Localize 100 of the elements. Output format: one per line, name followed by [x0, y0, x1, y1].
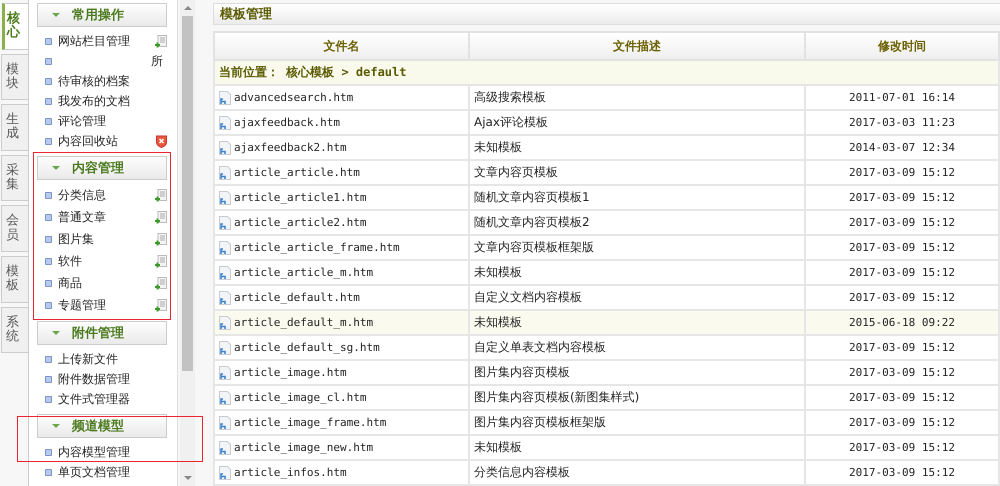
- file-name[interactable]: article_image_new.htm: [234, 441, 374, 454]
- file-name[interactable]: article_default_sg.htm: [234, 341, 380, 354]
- side-tab[interactable]: 生成: [1, 104, 28, 151]
- side-tab[interactable]: 会员: [1, 205, 28, 252]
- file-name[interactable]: advancedsearch.htm: [234, 91, 354, 104]
- bullet-icon: [45, 396, 52, 402]
- add-document-icon[interactable]: [155, 254, 167, 268]
- file-name[interactable]: article_default.htm: [234, 291, 360, 304]
- file-icon: [219, 440, 231, 454]
- table-cell: Ajax评论模板: [469, 110, 805, 135]
- file-name[interactable]: article_article_frame.htm: [234, 241, 400, 254]
- section-header[interactable]: 附件管理: [37, 321, 167, 345]
- menu-item[interactable]: 图片集: [58, 230, 149, 248]
- file-name[interactable]: ajaxfeedback.htm: [234, 116, 340, 129]
- add-document-icon[interactable]: [155, 210, 167, 224]
- section-header[interactable]: 频道模型: [37, 414, 167, 438]
- bullet-icon: [45, 98, 52, 104]
- file-name[interactable]: article_image.htm: [234, 366, 347, 379]
- table-cell: 2017-03-09 15:12: [805, 460, 999, 485]
- table-cell: 2017-03-09 15:12: [805, 435, 999, 460]
- table-cell: 2017-03-09 15:12: [805, 360, 999, 385]
- menu-item[interactable]: 专题管理: [58, 296, 149, 314]
- file-icon: [219, 290, 231, 304]
- menu-item[interactable]: 附件数据管理: [58, 370, 167, 388]
- file-icon: [219, 216, 231, 230]
- bullet-icon: [45, 58, 52, 64]
- menu-item[interactable]: 文件式管理器: [58, 390, 167, 408]
- file-icon: [219, 166, 231, 180]
- menu-item[interactable]: 网站栏目管理: [58, 32, 149, 50]
- menu-item[interactable]: 上传新文件: [58, 350, 167, 368]
- table-cell: 2017-03-09 15:12: [805, 235, 999, 260]
- bullet-icon: [45, 214, 52, 220]
- table-cell: 自定义单表文档内容模板: [469, 335, 805, 360]
- menu-item[interactable]: 内容模型管理: [58, 444, 167, 460]
- section-header[interactable]: 内容管理: [37, 156, 167, 180]
- file-name[interactable]: article_article.htm: [234, 166, 360, 179]
- table-cell: 2014-03-07 12:34: [805, 135, 999, 160]
- column-header: 文件描述: [469, 32, 805, 60]
- file-name[interactable]: article_infos.htm: [234, 466, 347, 479]
- table-cell: 图片集内容页模板: [469, 360, 805, 385]
- table-cell: 高级搜索模板: [469, 85, 805, 110]
- bullet-icon: [45, 138, 52, 144]
- file-name[interactable]: article_article_m.htm: [234, 266, 374, 279]
- side-tab[interactable]: 采集: [1, 154, 28, 202]
- menu-item[interactable]: 内容回收站: [58, 132, 150, 150]
- menu-item[interactable]: 评论管理: [58, 112, 167, 130]
- column-header: 修改时间: [805, 32, 999, 60]
- menu-item[interactable]: 分类信息: [58, 186, 149, 204]
- table-cell: 2017-03-09 15:12: [805, 160, 999, 185]
- menu-item[interactable]: 软件: [58, 252, 149, 270]
- file-icon: [219, 316, 231, 330]
- breadcrumb: 当前位置： 核心模板 > default: [214, 60, 999, 85]
- file-icon: [219, 340, 231, 354]
- add-document-icon[interactable]: [155, 298, 167, 312]
- menu-item[interactable]: 单页文档管理: [58, 464, 167, 480]
- table-cell: 图片集内容页模板(新图集样式): [469, 385, 805, 410]
- file-icon: [219, 140, 231, 154]
- side-tab[interactable]: 模板: [1, 256, 28, 303]
- bullet-icon: [45, 78, 52, 84]
- column-header: 文件名: [214, 32, 469, 60]
- delete-shield-icon[interactable]: [156, 134, 167, 148]
- menu-item[interactable]: 普通文章: [58, 208, 149, 226]
- table-cell: 未知模板: [469, 135, 805, 160]
- bullet-icon: [45, 192, 52, 198]
- add-document-icon[interactable]: [155, 232, 167, 246]
- table-cell: 2015-06-18 09:22: [805, 310, 999, 335]
- table-cell: 图片集内容页模板框架版: [469, 410, 805, 435]
- add-document-icon[interactable]: [155, 34, 167, 48]
- table-cell: 文章内容页模板框架版: [469, 235, 805, 260]
- table-cell: 未知模板: [469, 260, 805, 285]
- bullet-icon: [45, 468, 52, 476]
- bullet-icon: [45, 118, 52, 124]
- file-name[interactable]: article_image_cl.htm: [234, 391, 366, 404]
- section-header[interactable]: 常用操作: [37, 3, 167, 27]
- scrollbar[interactable]: [180, 0, 195, 486]
- add-document-icon[interactable]: [155, 188, 167, 202]
- table-cell: 随机文章内容页模板2: [469, 210, 805, 235]
- menu-item[interactable]: 待审核的档案: [58, 72, 167, 90]
- table-cell: 未知模板: [469, 310, 805, 335]
- menu-item[interactable]: 所: [58, 52, 167, 70]
- file-name[interactable]: ajaxfeedback2.htm: [234, 141, 347, 154]
- side-tab[interactable]: 系统: [1, 306, 28, 354]
- table-cell: 2017-03-03 11:23: [805, 110, 999, 135]
- menu-item[interactable]: 我发布的文档: [58, 92, 167, 110]
- file-icon: [219, 116, 231, 130]
- table-cell: 分类信息内容模板: [469, 460, 805, 485]
- file-name[interactable]: article_article1.htm: [234, 191, 366, 204]
- table-cell: 文章内容页模板: [469, 160, 805, 185]
- file-icon: [219, 90, 231, 104]
- table-cell: 2017-03-09 15:12: [805, 260, 999, 285]
- file-name[interactable]: article_article2.htm: [234, 216, 366, 229]
- menu-item[interactable]: 商品: [58, 274, 149, 292]
- table-cell: 2017-03-09 15:12: [805, 385, 999, 410]
- add-document-icon[interactable]: [155, 276, 167, 290]
- side-tab[interactable]: 模块: [1, 54, 28, 100]
- file-name[interactable]: article_image_frame.htm: [234, 416, 386, 429]
- file-name[interactable]: article_default_m.htm: [234, 316, 374, 329]
- table-cell: 未知模板: [469, 435, 805, 460]
- side-tab[interactable]: 核心: [2, 3, 28, 50]
- table-cell: 2011-07-01 16:14: [805, 85, 999, 110]
